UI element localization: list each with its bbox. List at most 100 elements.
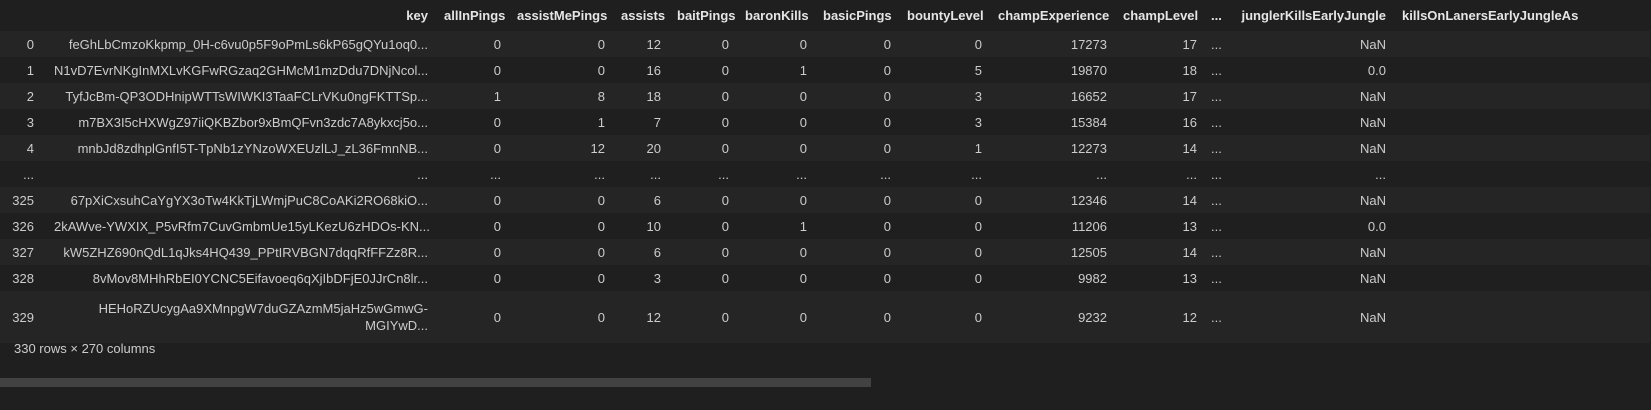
table-cell: 0 [899,31,990,57]
column-header[interactable]: baitPings [669,0,737,31]
table-cell: 3 [899,83,990,109]
table-cell: 15384 [990,109,1115,135]
row-index: ... [0,161,46,187]
table-row: 327 kW5ZHZ690nQdL1qJks4HQ439_PPtIRVBGN7dq… [0,239,1650,265]
table-cell: 0 [899,213,990,239]
table-cell: 0 [815,187,899,213]
table-cell: NaN [1227,83,1394,109]
table-cell: NaN [1227,135,1394,161]
column-header[interactable]: killsOnLanersEarlyJungleAs [1394,0,1650,31]
table-cell: ... [509,161,613,187]
table-cell: 0 [737,239,815,265]
table-cell: 0 [815,213,899,239]
table-cell: 1 [737,213,815,239]
row-index: 329 [0,291,46,343]
table-cell: 10 [613,213,669,239]
table-row: 4 mnbJd8zdhplGnfI5T-TpNb1zYNzoWXEUzlLJ_zL… [0,135,1650,161]
table-cell: 6 [613,239,669,265]
key-cell: feGhLbCmzoKkpmp_0H-c6vu0p5F9oPmLs6kP65gQ… [46,31,436,57]
table-cell: ... [436,161,509,187]
table-cell [1394,265,1650,291]
table-cell: 0 [737,83,815,109]
table-cell: 0 [899,187,990,213]
column-header[interactable]: bountyLevel [899,0,990,31]
table-cell: ... [815,161,899,187]
table-cell: 0 [669,265,737,291]
table-cell: 1 [509,109,613,135]
table-cell: 20 [613,135,669,161]
ellipsis-cell: ... [1205,161,1227,187]
ellipsis-cell: ... [1205,31,1227,57]
table-cell: 5 [899,57,990,83]
table-cell: 12273 [990,135,1115,161]
column-header[interactable]: basicPings [815,0,899,31]
dataframe-table-container[interactable]: key allInPings assistMePings assists bai… [0,0,1651,343]
table-row: 329 HEHoRZUcygAa9XMnpgW7duGZAzmM5jaHz5wGm… [0,291,1650,343]
column-header[interactable]: champExperience [990,0,1115,31]
table-cell: 12505 [990,239,1115,265]
table-cell [1394,291,1650,343]
table-cell: 16652 [990,83,1115,109]
index-header [0,0,46,31]
table-cell: 0.0 [1227,213,1394,239]
table-cell: 0 [509,239,613,265]
key-cell: N1vD7EvrNKgInMXLvKGFwRGzaq2GHMcM1mzDdu7D… [46,57,436,83]
key-cell: HEHoRZUcygAa9XMnpgW7duGZAzmM5jaHz5wGmwG-… [46,291,436,343]
table-cell [1394,83,1650,109]
table-cell: 0.0 [1227,57,1394,83]
table-cell: ... [737,161,815,187]
table-cell: 17 [1115,31,1205,57]
column-header[interactable]: allInPings [436,0,509,31]
ellipsis-cell: ... [1205,291,1227,343]
table-cell: 0 [436,135,509,161]
table-cell: 0 [899,239,990,265]
table-cell: ... [1227,161,1394,187]
table-cell: ... [613,161,669,187]
table-cell: 9232 [990,291,1115,343]
row-index: 2 [0,83,46,109]
table-cell: 0 [669,239,737,265]
table-cell: 0 [669,31,737,57]
horizontal-scrollbar-thumb[interactable] [0,378,871,387]
table-row: 2 TyfJcBm-QP3ODHnipWTTsWIWKI3TaaFCLrVKu0n… [0,83,1650,109]
table-cell: 0 [737,265,815,291]
table-cell: 12346 [990,187,1115,213]
table-cell: 0 [737,109,815,135]
table-cell: 0 [509,265,613,291]
table-cell [1394,31,1650,57]
dataframe-shape-text: 330 rows × 270 columns [14,341,156,356]
table-cell: 0 [436,31,509,57]
table-cell: 0 [436,265,509,291]
table-cell: 0 [669,57,737,83]
row-index: 4 [0,135,46,161]
row-index: 3 [0,109,46,135]
column-header[interactable]: assistMePings [509,0,613,31]
column-header[interactable]: key [46,0,436,31]
table-cell: 0 [669,213,737,239]
table-cell [1394,109,1650,135]
table-cell: ... [1115,161,1205,187]
key-cell: m7BX3I5cHXWgZ97iiQKBZbor9xBmQFvn3zdc7A8y… [46,109,436,135]
table-cell: 9982 [990,265,1115,291]
table-cell: 13 [1115,213,1205,239]
table-cell: 0 [815,31,899,57]
column-header[interactable]: champLevel [1115,0,1205,31]
table-cell: 0 [436,57,509,83]
table-cell: 14 [1115,187,1205,213]
ellipsis-cell: ... [1205,213,1227,239]
column-header[interactable]: assists [613,0,669,31]
table-cell: 0 [436,239,509,265]
table-cell: 7 [613,109,669,135]
key-cell: 2kAWve-YWXIX_P5vRfm7CuvGmbmUe15yLKezU6zH… [46,213,436,239]
table-cell: 19870 [990,57,1115,83]
table-cell: 1 [899,135,990,161]
dataframe-output: key allInPings assistMePings assists bai… [0,0,1651,410]
table-cell [1394,239,1650,265]
table-cell: 17 [1115,83,1205,109]
table-cell [1394,161,1650,187]
column-header[interactable]: baronKills [737,0,815,31]
column-header[interactable]: junglerKillsEarlyJungle [1227,0,1394,31]
table-cell: NaN [1227,187,1394,213]
table-cell: 3 [613,265,669,291]
key-cell: TyfJcBm-QP3ODHnipWTTsWIWKI3TaaFCLrVKu0ng… [46,83,436,109]
